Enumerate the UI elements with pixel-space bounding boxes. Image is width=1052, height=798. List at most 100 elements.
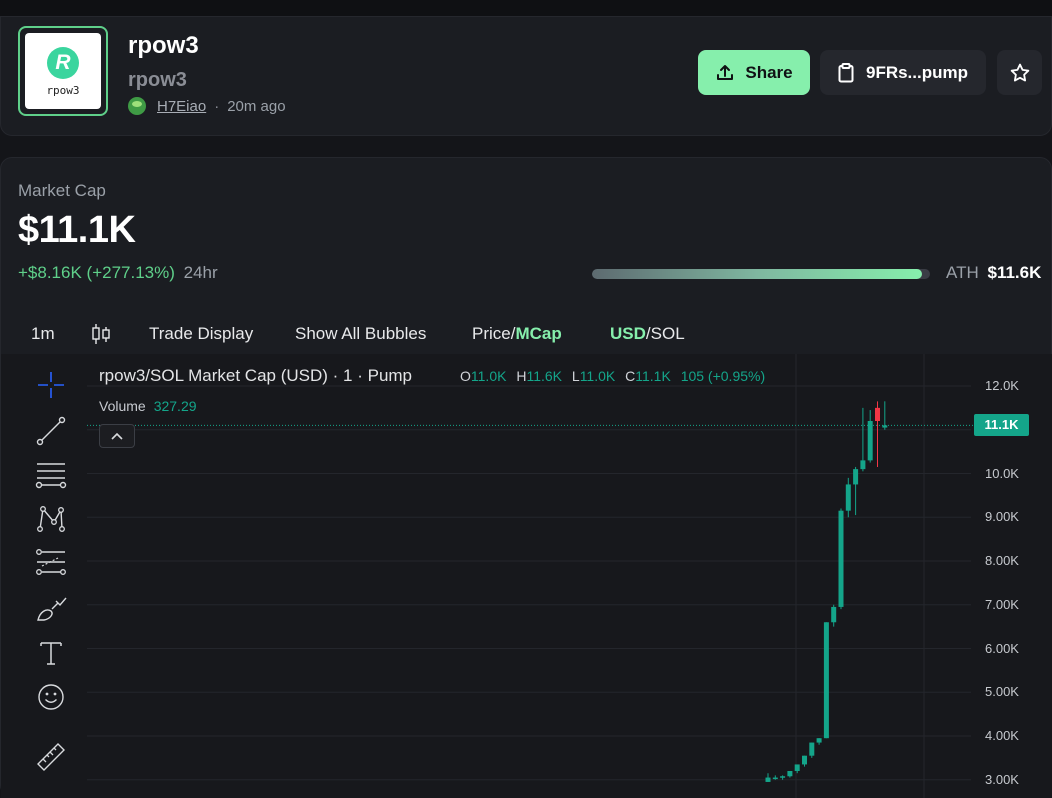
candle-body bbox=[853, 469, 859, 485]
creator-row: H7Eiao · 20m ago bbox=[128, 97, 286, 115]
sol-option: /SOL bbox=[645, 324, 685, 343]
currency-toggle[interactable]: USD/SOL bbox=[610, 316, 685, 352]
copy-address-button[interactable]: 9FRs...pump bbox=[820, 50, 986, 95]
drawing-toolbar bbox=[1, 354, 91, 798]
candle[interactable] bbox=[787, 771, 793, 778]
current-price-tag: 11.1K bbox=[974, 414, 1029, 437]
candle[interactable] bbox=[867, 410, 873, 463]
candle[interactable] bbox=[794, 764, 800, 774]
ath-row: ATH $11.6K bbox=[946, 263, 1041, 283]
price-option: Price/ bbox=[472, 324, 516, 343]
interval-selector[interactable]: 1m bbox=[31, 316, 55, 352]
chart-title: rpow3/SOL Market Cap (USD) · 1 · Pump bbox=[99, 366, 413, 385]
candle[interactable] bbox=[838, 508, 844, 610]
y-axis-tick-label: 4.00K bbox=[985, 728, 1019, 743]
address-label: 9FRs...pump bbox=[865, 62, 968, 82]
y-axis-tick-label: 3.00K bbox=[985, 771, 1019, 787]
collapse-legend-button[interactable] bbox=[99, 424, 135, 448]
crosshair-icon[interactable] bbox=[34, 368, 68, 402]
high-value: 11.6K bbox=[526, 368, 562, 384]
candle[interactable] bbox=[860, 407, 866, 472]
candle-body bbox=[787, 771, 793, 777]
ath-progress-bar bbox=[592, 269, 930, 279]
candle-body bbox=[838, 510, 844, 607]
candle[interactable] bbox=[845, 477, 851, 518]
text-tool-icon[interactable] bbox=[34, 636, 68, 670]
ath-progress-fill bbox=[592, 269, 922, 279]
open-value: 11.0K bbox=[470, 368, 507, 384]
price-mcap-toggle[interactable]: Price/MCap bbox=[472, 316, 562, 352]
ath-value: $11.6K bbox=[987, 263, 1042, 282]
candle[interactable] bbox=[882, 401, 888, 430]
share-label: Share bbox=[745, 62, 793, 82]
token-age: 20m ago bbox=[227, 97, 286, 115]
close-value: 11.1K bbox=[635, 368, 671, 384]
candle-body bbox=[816, 738, 822, 743]
y-axis-tick-label: 8.00K bbox=[985, 553, 1019, 568]
fib-retracement-icon[interactable] bbox=[34, 546, 68, 580]
candle-body bbox=[809, 742, 815, 756]
brush-icon[interactable] bbox=[34, 592, 68, 626]
candle-body bbox=[772, 777, 778, 780]
candle-body bbox=[831, 606, 837, 623]
ruler-icon[interactable] bbox=[34, 740, 68, 774]
volume-label: Volume bbox=[99, 398, 146, 414]
candle[interactable] bbox=[823, 622, 829, 739]
emoji-icon[interactable] bbox=[34, 680, 68, 714]
bar-change: 105 (+0.95%) bbox=[680, 368, 766, 384]
usd-option: USD bbox=[610, 324, 646, 343]
favorite-button[interactable] bbox=[997, 50, 1042, 95]
candle[interactable] bbox=[780, 775, 786, 780]
clipboard-icon bbox=[838, 62, 854, 82]
candle-body bbox=[867, 421, 873, 461]
candle[interactable] bbox=[816, 738, 822, 745]
ohlc-readout: O11.0K H11.6K L11.0K C11.1K 105 (+0.95%) bbox=[460, 368, 765, 384]
candle[interactable] bbox=[772, 775, 778, 780]
candle-body bbox=[823, 622, 829, 739]
open-key: O bbox=[460, 368, 471, 384]
top-strip bbox=[0, 0, 1052, 16]
candle-body bbox=[882, 425, 888, 428]
token-name: rpow3 bbox=[128, 32, 199, 59]
close-key: C bbox=[625, 368, 636, 384]
trade-display-button[interactable]: Trade Display bbox=[149, 316, 253, 352]
y-axis-tick-label: 9.00K bbox=[985, 509, 1019, 525]
candle[interactable] bbox=[875, 401, 880, 467]
token-image-inner: R rpow3 bbox=[25, 33, 101, 109]
chart-toolbar: 1m Trade Display Show All Bubbles Price/… bbox=[1, 316, 1052, 352]
trend-line-icon[interactable] bbox=[34, 414, 68, 448]
candle-type-button[interactable] bbox=[91, 316, 111, 352]
chevron-up-icon bbox=[111, 432, 123, 440]
candle-body bbox=[802, 755, 807, 765]
token-logo-icon: R bbox=[47, 47, 79, 79]
creator-link[interactable]: H7Eiao bbox=[157, 98, 206, 115]
share-button[interactable]: Share bbox=[698, 50, 810, 95]
volume-readout: Volume 327.29 bbox=[99, 398, 197, 414]
y-axis-tick-label: 7.00K bbox=[985, 596, 1019, 612]
show-bubbles-button[interactable]: Show All Bubbles bbox=[295, 316, 426, 352]
candle[interactable] bbox=[765, 773, 771, 782]
ath-label: ATH bbox=[946, 263, 979, 282]
candle-body bbox=[765, 777, 771, 782]
candle[interactable] bbox=[831, 604, 837, 627]
candle-body bbox=[845, 484, 851, 511]
token-image[interactable]: R rpow3 bbox=[18, 26, 108, 116]
candle[interactable] bbox=[802, 755, 807, 767]
y-axis-tick-label: 12.0K bbox=[985, 378, 1019, 393]
star-icon bbox=[1010, 63, 1029, 81]
market-cap-label: Market Cap bbox=[18, 181, 106, 200]
chart-canvas[interactable] bbox=[1, 354, 1052, 798]
token-header: R rpow3 rpow3 rpow3 H7Eiao · 20m ago Sha… bbox=[0, 16, 1052, 136]
creator-avatar[interactable] bbox=[128, 97, 146, 115]
low-value: 11.0K bbox=[579, 368, 616, 384]
pattern-icon[interactable] bbox=[34, 502, 68, 536]
separator-dot: · bbox=[214, 97, 220, 115]
candle[interactable] bbox=[853, 466, 859, 516]
mcap-option: MCap bbox=[515, 324, 562, 343]
token-logo-text: rpow3 bbox=[46, 84, 80, 97]
candle-body bbox=[794, 764, 800, 771]
candle-body bbox=[780, 776, 786, 778]
candle[interactable] bbox=[809, 742, 815, 758]
price-chart[interactable]: rpow3/SOL Market Cap (USD) · 1 · Pump O1… bbox=[1, 354, 1052, 798]
horizontal-lines-icon[interactable] bbox=[34, 458, 68, 492]
